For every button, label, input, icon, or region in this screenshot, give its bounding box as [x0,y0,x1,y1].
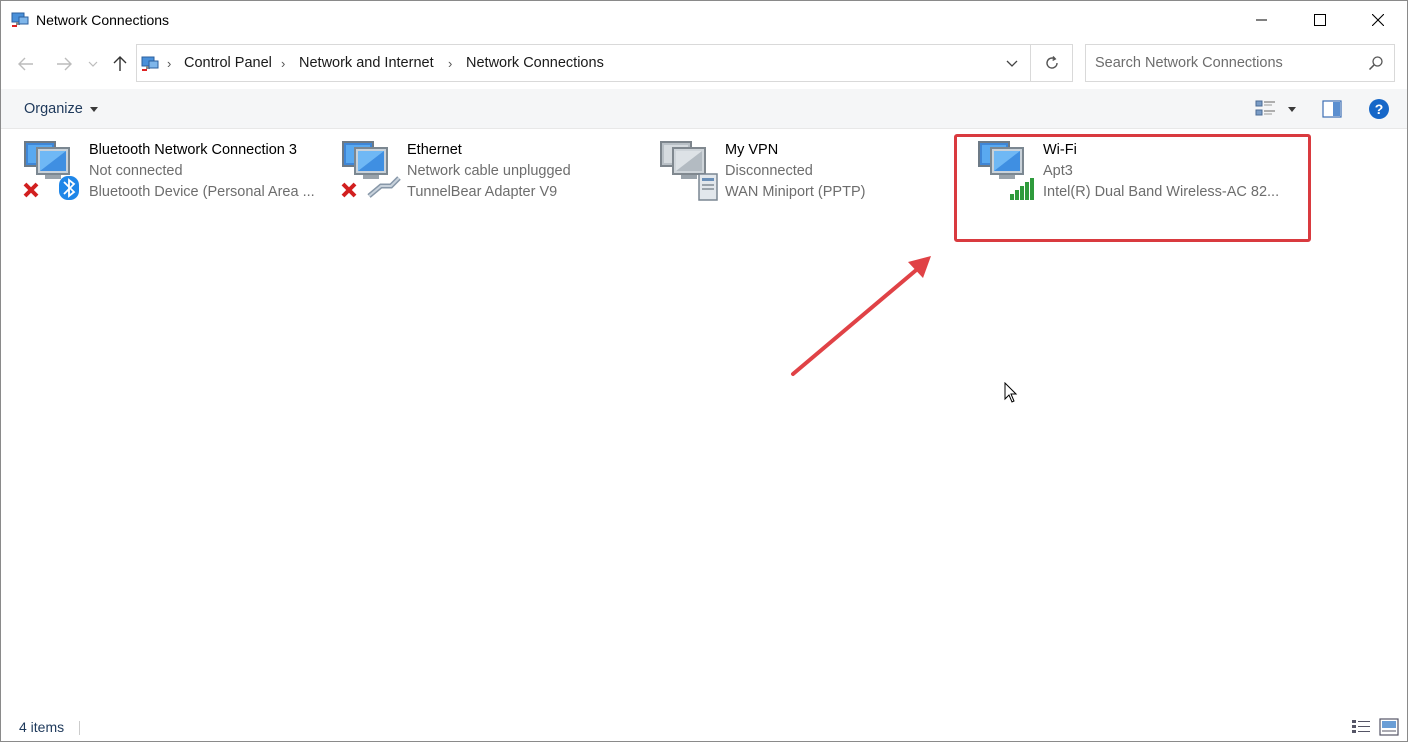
refresh-icon [1046,56,1058,69]
chevron-down-icon [88,61,98,67]
close-icon [1372,14,1384,26]
minimize-button[interactable] [1233,1,1291,39]
connection-device: WAN Miniport (PPTP) [725,184,866,200]
highlight-box-annotation [954,134,1311,242]
help-icon[interactable]: ? [1368,98,1390,120]
search-input[interactable]: Search Network Connections [1095,55,1283,71]
refresh-button[interactable] [1031,45,1073,81]
forward-button[interactable] [51,51,77,77]
chevron-down-icon [1006,60,1018,67]
bluetooth-network-icon [23,141,79,200]
item-count: 4 items [19,719,65,735]
change-view-icon[interactable] [1255,99,1277,119]
recent-locations-button[interactable] [83,51,103,77]
breadcrumb-network-and-internet[interactable]: Network and Internet [299,55,434,71]
arrow-annotation [791,256,931,376]
connection-device: Bluetooth Device (Personal Area ... [89,184,315,200]
preview-pane-icon[interactable] [1322,100,1342,118]
divider [79,721,80,735]
window-title: Network Connections [36,12,170,28]
forward-arrow-icon [57,57,72,71]
connections-list: Bluetooth Network Connection 3 Not conne… [1,130,1407,710]
command-bar: Organize ? [1,89,1407,129]
connection-status: Disconnected [725,163,813,179]
organize-dropdown-icon[interactable] [90,107,98,112]
details-view-icon[interactable] [1351,719,1371,735]
breadcrumb-separator[interactable]: › [167,56,171,71]
back-button[interactable] [13,51,39,77]
vpn-network-icon [660,141,718,201]
address-bar[interactable]: › Control Panel › Network and Internet ›… [136,44,1073,82]
maximize-button[interactable] [1291,1,1349,39]
network-connections-icon [141,56,159,71]
connection-bluetooth[interactable]: Bluetooth Network Connection 3 Not conne… [23,136,323,206]
minimize-icon [1256,19,1267,21]
status-bar: 4 items [1,713,1407,741]
network-connections-icon [11,12,29,27]
breadcrumb-separator[interactable]: › [281,56,285,71]
large-icons-view-icon[interactable] [1379,718,1399,736]
ethernet-network-icon [341,141,401,198]
svg-text:?: ? [1375,101,1384,117]
title-bar[interactable]: Network Connections [1,1,1407,39]
search-icon[interactable] [1368,55,1384,71]
connection-status: Network cable unplugged [407,163,571,179]
view-options-dropdown-icon[interactable] [1288,107,1296,112]
connection-ethernet[interactable]: Ethernet Network cable unplugged TunnelB… [341,136,641,206]
maximize-icon [1314,14,1326,26]
address-dropdown-button[interactable] [994,45,1030,81]
connection-name: Ethernet [407,142,462,158]
navigation-bar: › Control Panel › Network and Internet ›… [1,41,1407,87]
connection-status: Not connected [89,163,183,179]
breadcrumb-separator[interactable]: › [448,56,452,71]
organize-button[interactable]: Organize [24,101,83,117]
network-connections-window: Network Connections › Control Panel › Ne… [0,0,1408,742]
up-button[interactable] [107,51,133,77]
mouse-cursor-icon [1004,382,1018,403]
close-button[interactable] [1349,1,1407,39]
breadcrumb-control-panel[interactable]: Control Panel [184,55,272,71]
connection-device: TunnelBear Adapter V9 [407,184,558,200]
back-arrow-icon [18,57,33,71]
search-box[interactable]: Search Network Connections [1085,44,1395,82]
up-arrow-icon [113,56,127,71]
connection-my-vpn[interactable]: My VPN Disconnected WAN Miniport (PPTP) [659,136,959,206]
connection-name: My VPN [725,142,779,158]
connection-name: Bluetooth Network Connection 3 [89,142,297,158]
breadcrumb-network-connections[interactable]: Network Connections [466,55,604,71]
